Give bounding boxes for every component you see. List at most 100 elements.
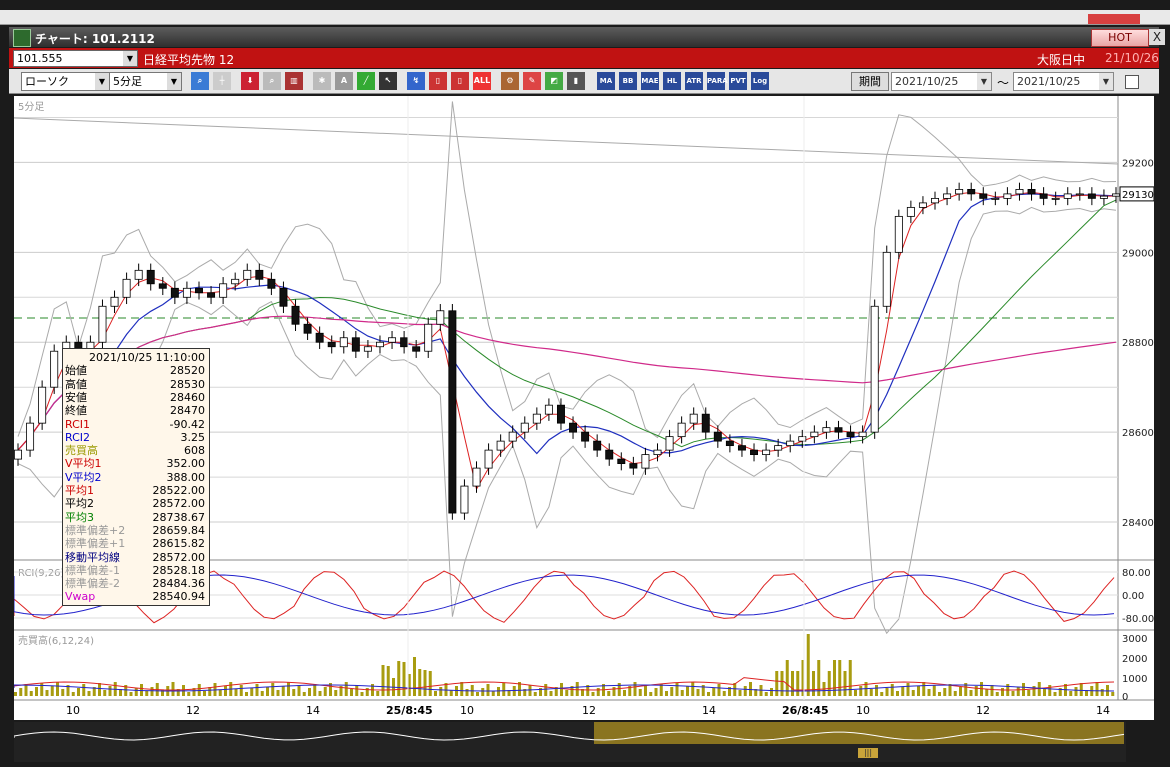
calendar-dropdown-icon[interactable]: ▼ — [1099, 73, 1113, 90]
volume-bar — [1048, 685, 1052, 696]
date-from-input[interactable]: 2021/10/25 ▼ — [891, 72, 992, 91]
info-label: 高値 — [65, 377, 87, 391]
candle-body — [762, 449, 771, 456]
volume-bar — [848, 660, 852, 696]
navigator-bar[interactable]: ||| — [13, 722, 1126, 762]
volume-bar — [61, 689, 65, 696]
volume-bar — [869, 689, 873, 696]
date-to-input[interactable]: 2021/10/25 ▼ — [1013, 72, 1114, 91]
interval-value: 5分足 — [113, 75, 142, 88]
volume-bar — [565, 690, 569, 696]
candle-body — [846, 431, 855, 438]
volume-label: 売買高(6,12,24) — [18, 634, 94, 647]
candle-body — [1027, 189, 1036, 195]
crosshair-icon[interactable]: ┼ — [213, 72, 231, 90]
price-axis-label: 29200 — [1122, 158, 1154, 169]
volume-bar — [1095, 682, 1099, 696]
volume-bar — [486, 684, 490, 696]
chevron-down-icon[interactable]: ▼ — [167, 73, 181, 90]
candle-body — [894, 215, 903, 253]
multi-chart-icon[interactable]: ✱ — [313, 72, 331, 90]
color-icon[interactable]: ◩ — [545, 72, 563, 90]
search-chart-icon[interactable]: ⌕ — [263, 72, 281, 90]
volume-bar — [318, 691, 322, 696]
volume-bar — [985, 689, 989, 696]
info-label: V平均1 — [65, 457, 102, 471]
candle-body — [532, 413, 541, 424]
indicator-atr-button[interactable]: ATR — [685, 72, 703, 90]
draw-line-icon[interactable]: ╱ — [357, 72, 375, 90]
delete-all-icon[interactable]: ALL — [473, 72, 491, 90]
info-value: 28659.84 — [152, 523, 206, 537]
candle-body — [448, 310, 457, 514]
settings-icon[interactable]: ⚙ — [501, 72, 519, 90]
volume-bar — [460, 682, 464, 696]
info-label: 平均3 — [65, 510, 94, 524]
cursor-icon[interactable]: ↖ — [379, 72, 397, 90]
eraser-icon[interactable]: ↯ — [407, 72, 425, 90]
candle-body — [460, 485, 469, 514]
volume-bar — [203, 691, 206, 696]
info-label: 標準偏差+2 — [65, 523, 126, 537]
time-axis-label: 12 — [976, 704, 990, 717]
candle-body — [38, 386, 47, 424]
volume-bar — [659, 684, 663, 696]
scroll-handle[interactable]: ||| — [858, 748, 878, 758]
indicator-ma-button[interactable]: MA — [597, 72, 615, 90]
volume-bar — [218, 690, 222, 696]
volume-bar — [1016, 687, 1020, 696]
volume-bar — [633, 682, 637, 696]
candle-type-icon[interactable]: ▮ — [567, 72, 585, 90]
info-label: 始値 — [65, 364, 87, 378]
candle-body — [1051, 197, 1060, 200]
window-titlebar[interactable]: チャート: 101.2112 HOT X — [9, 27, 1165, 47]
candle-body — [207, 292, 216, 298]
indicator-mae-button[interactable]: MAE — [641, 72, 659, 90]
symbol-code-input[interactable]: 101.555 ▼ — [13, 50, 138, 67]
volume-bar — [313, 684, 317, 696]
indicator-hl-button[interactable]: HL — [663, 72, 681, 90]
chevron-down-icon[interactable]: ▼ — [123, 51, 137, 66]
candle-body — [484, 449, 493, 469]
calendar-dropdown-icon[interactable]: ▼ — [977, 73, 991, 90]
chevron-down-icon[interactable]: ▼ — [95, 73, 109, 90]
volume-bar — [292, 689, 296, 696]
period-button[interactable]: 期間 — [851, 72, 889, 91]
close-button[interactable]: X — [1149, 29, 1165, 45]
chart-type-select[interactable]: ローソク ▼ — [21, 72, 110, 91]
volume-bar — [14, 692, 17, 696]
info-value: 28528.18 — [152, 563, 206, 577]
volume-bar — [691, 682, 695, 696]
candle-body — [556, 404, 565, 424]
time-axis-label: 14 — [1096, 704, 1110, 717]
indicator-pvt-button[interactable]: PVT — [729, 72, 747, 90]
volume-bar — [465, 689, 469, 696]
indicator-log-button[interactable]: Log — [751, 72, 769, 90]
volume-bar — [50, 686, 54, 696]
volume-bar — [670, 687, 674, 696]
interval-select[interactable]: 5分足 ▼ — [109, 72, 182, 91]
date-enable-checkbox[interactable] — [1125, 75, 1139, 89]
volume-bar — [717, 684, 721, 696]
info-row: 売買高 608 — [65, 444, 207, 457]
candle-a-icon[interactable]: ▯ — [429, 72, 447, 90]
price-axis-label: 29000 — [1122, 248, 1154, 259]
volume-bar — [528, 685, 532, 696]
info-label: 標準偏差-2 — [65, 577, 120, 591]
volume-bar — [497, 687, 500, 696]
text-tool-icon[interactable]: A — [335, 72, 353, 90]
indicator-bb-button[interactable]: BB — [619, 72, 637, 90]
candle-body — [14, 449, 22, 460]
info-value: 28530 — [170, 377, 205, 391]
pen-icon[interactable]: ✎ — [523, 72, 541, 90]
info-value: 3.25 — [180, 430, 206, 444]
compare-icon[interactable]: ▥ — [285, 72, 303, 90]
download-icon[interactable]: ⬇ — [241, 72, 259, 90]
timeframe-label: 5分足 — [18, 101, 44, 113]
indicator-para-button[interactable]: PARA — [707, 72, 728, 90]
candle-b-icon[interactable]: ▯ — [451, 72, 469, 90]
volume-bar — [281, 686, 285, 696]
hot-button[interactable]: HOT — [1091, 29, 1149, 47]
volume-bar — [974, 686, 978, 696]
zoom-icon[interactable]: ⌕ — [191, 72, 209, 90]
